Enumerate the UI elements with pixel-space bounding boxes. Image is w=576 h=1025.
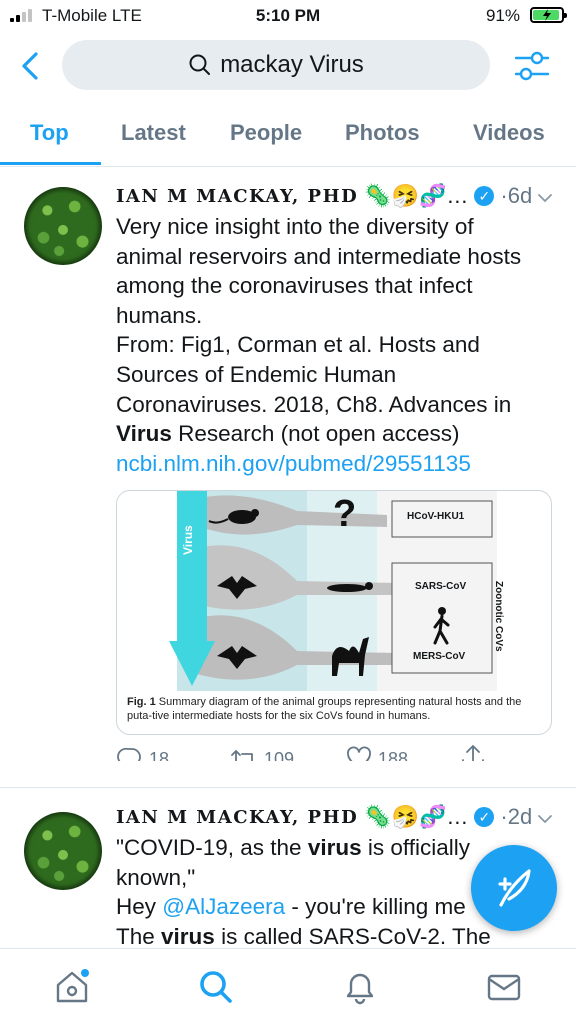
tab-top[interactable]: Top [30,120,69,146]
caption-text: Summary diagram of the animal groups rep… [127,696,522,722]
tweet-media-image[interactable]: Virus ? HCoV-HKU1 SARS-CoV MERS-CoV Zoon… [116,490,552,735]
search-icon [200,971,232,1003]
mention-link[interactable]: @AlJazeera [162,894,285,919]
tweet-line: animal reservoirs and intermediate hosts [116,243,522,269]
chevron-down-icon[interactable] [536,189,554,207]
diagram-zoonotic-label: Zoonotic CoVs [493,581,504,652]
caption-label: Fig. 1 [127,696,156,708]
text-span: is called SARS-CoV-2. The [214,923,491,948]
tweet-time: ·2d [500,804,533,829]
search-query: mackay Virus [220,51,364,78]
tweet-header: IAN M MACKAY, PHD 🦠🤧🧬… ✓ ·2d [116,804,556,830]
nav-search[interactable] [196,967,236,1007]
compose-feather-icon [498,869,531,907]
avatar[interactable] [24,812,102,890]
tab-people[interactable]: People [230,120,302,146]
search-icon [189,54,211,75]
nav-messages[interactable] [484,967,524,1007]
tweet-line: Sources of Endemic Human [116,361,397,387]
chevron-left-icon [22,52,38,80]
bottom-tab-bar [0,948,576,1025]
diagram-box-mers-cov: MERS-CoV [413,651,466,662]
diagram-virus-label: Virus [181,525,195,555]
tweet-link[interactable]: ncbi.nlm.nih.gov/pubmed/29551135 [116,449,556,479]
sliders-icon [514,51,550,81]
chevron-down-icon[interactable] [536,810,554,828]
envelope-icon [487,974,521,1001]
search-highlight: Virus [116,421,172,447]
tweet-line: humans. [116,302,203,328]
diagram-question-mark: ? [333,493,357,535]
status-bar: T-Mobile LTE 5:10 PM 91% [0,0,576,34]
tweet-line: Virus Research (not open access) [116,419,556,449]
tab-videos[interactable]: Videos [473,120,545,146]
back-button[interactable] [14,46,50,86]
author-name[interactable]: IAN M MACKAY, PHD [116,807,358,828]
home-icon [56,969,89,1003]
figure-caption: Fig. 1 Summary diagram of the animal gro… [127,695,543,723]
text-span: Hey [116,894,163,920]
tweet-line: Coronaviruses. 2018, Ch8. Advances in [116,391,512,417]
tweet-line-rest: Research (not open access) [171,421,460,447]
search-input[interactable]: mackay Virus [62,40,490,90]
verified-icon: ✓ [474,186,495,206]
tweet-line: From: Fig1, Corman et al. Hosts and [116,332,480,358]
bell-icon [346,973,374,1005]
nav-home[interactable] [52,967,92,1007]
author-name[interactable]: IAN M MACKAY, PHD [116,186,358,207]
battery-percent: 91% [485,6,520,25]
diagram-box-hcov-hku1: HCoV-HKU1 [407,511,465,522]
search-tabs: Top Latest People Photos Videos [0,100,576,167]
tweet-body: Very nice insight into the diversity of … [116,212,556,478]
compose-tweet-button[interactable] [471,845,557,931]
tweet-line: among the coronaviruses that infect [116,273,473,299]
tweet-header: IAN M MACKAY, PHD 🦠🤧🧬… ✓ ·6d [116,183,556,209]
tweet-time: ·6d [500,183,533,208]
text-span: "COVID-19, as the [116,835,308,860]
author-emojis: 🦠🤧🧬… [364,804,469,829]
text-span: The [116,923,162,948]
diagram-box-sars-cov: SARS-CoV [415,581,467,592]
verified-icon: ✓ [474,807,495,827]
author-emojis: 🦠🤧🧬… [364,183,469,208]
text-span: - you're killing me [285,894,466,920]
tweet-separator [0,761,576,788]
text-span: is officially [361,835,470,860]
avatar[interactable] [24,187,102,265]
tab-latest[interactable]: Latest [121,120,186,146]
nav-notifications[interactable] [340,967,380,1007]
search-highlight: virus [307,835,362,860]
tweet-line: Very nice insight into the diversity of [116,214,474,239]
search-filter-button[interactable] [512,46,552,86]
tab-photos[interactable]: Photos [345,120,420,146]
battery-icon [530,7,567,23]
active-tab-indicator [0,162,101,165]
search-highlight: virus [161,923,215,948]
